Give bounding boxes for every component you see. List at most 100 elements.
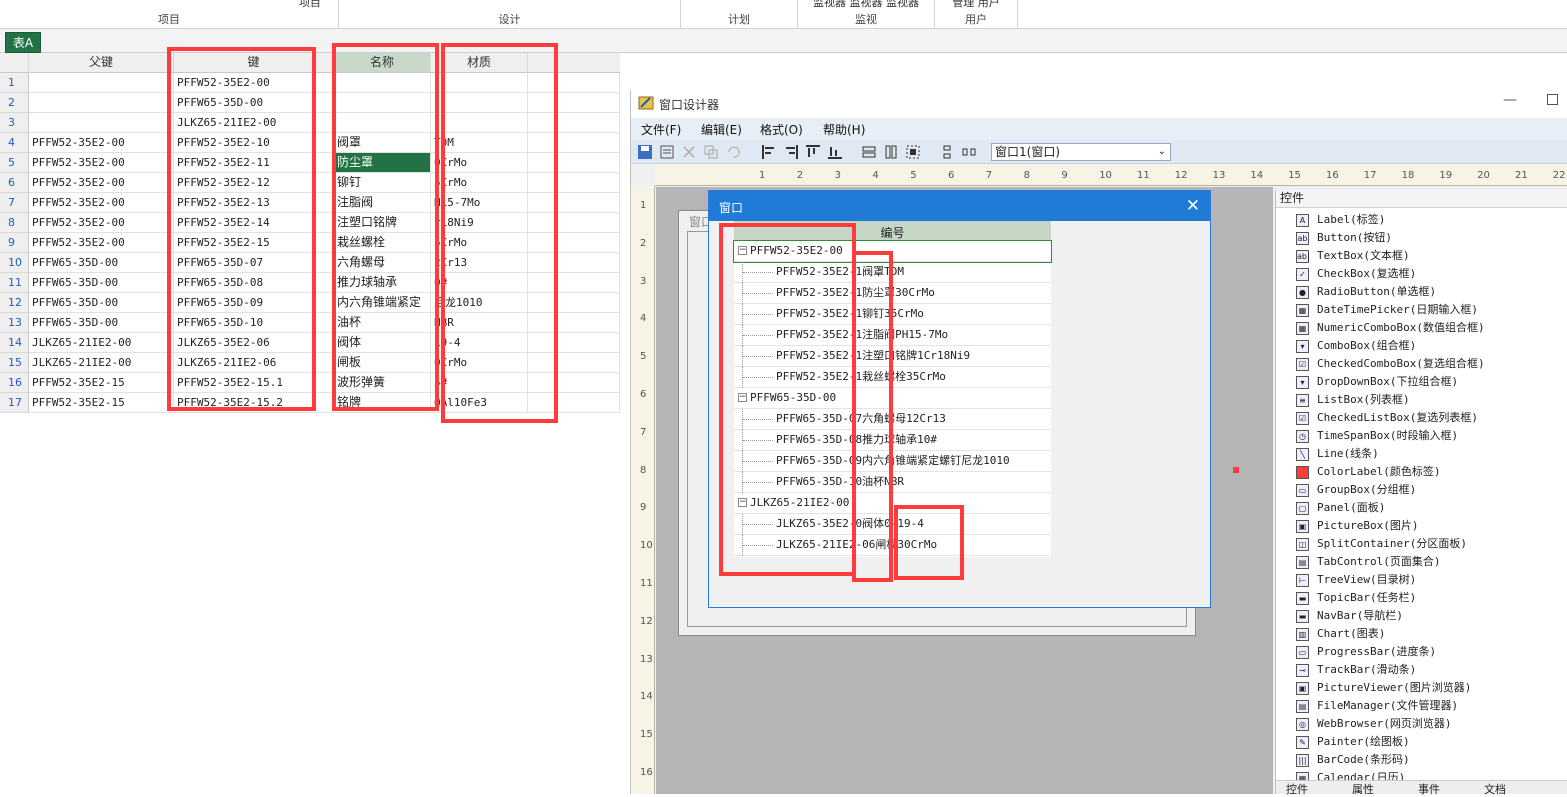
cell-parent-key[interactable]: PFFW52-35E2-00 [29,153,174,173]
cell-empty[interactable] [528,193,620,213]
minimize-icon[interactable]: — [1503,92,1517,108]
cell-empty[interactable] [528,173,620,193]
chevron-down-icon[interactable]: ⌄ [1158,144,1166,160]
row-index[interactable]: 9 [0,233,29,253]
cell-empty[interactable] [528,93,620,113]
row-index[interactable]: 2 [0,93,29,113]
toolbox-tab[interactable]: 控件 [1286,781,1308,797]
cell-key[interactable]: PFFW65-35D-10 [174,313,334,333]
save-icon[interactable] [637,144,653,160]
cell-key[interactable]: PFFW65-35D-09 [174,293,334,313]
tree-node-child[interactable]: PFFW65-35D-10油杯NBR [734,472,1051,493]
cell-empty[interactable] [528,333,620,353]
cell-key[interactable]: JLKZ65-35E2-06 [174,333,334,353]
cell-name[interactable]: 防尘罩 [334,153,431,173]
cell-empty[interactable] [528,353,620,373]
cell-name[interactable]: 闸板 [334,353,431,373]
menu-help[interactable]: 帮助(H) [823,121,865,138]
cell-empty[interactable] [528,293,620,313]
undo-icon[interactable] [725,144,741,160]
collapse-icon[interactable]: − [738,246,747,255]
cell-parent-key[interactable]: PFFW65-35D-00 [29,253,174,273]
cell-empty[interactable] [528,73,620,93]
tree-node-parent[interactable]: − JLKZ65-21IE2-00 [734,493,1051,514]
cell-key[interactable]: JLKZ65-21IE2-00 [174,113,334,133]
cell-material[interactable]: 5# [431,373,528,393]
cell-parent-key[interactable]: PFFW52-35E2-00 [29,233,174,253]
row-index[interactable]: 5 [0,153,29,173]
menu-edit[interactable]: 编辑(E) [701,121,742,138]
cell-key[interactable]: JLKZ65-21IE2-06 [174,353,334,373]
cell-name[interactable]: 波形弹簧 [334,373,431,393]
cell-key[interactable]: PFFW65-35D-00 [174,93,334,113]
cell-name[interactable]: 铆钉 [334,173,431,193]
cell-key[interactable]: PFFW52-35E2-15.2 [174,393,334,413]
menu-file[interactable]: 文件(F) [641,121,681,138]
cell-parent-key[interactable]: PFFW52-35E2-00 [29,193,174,213]
cell-name[interactable]: 阀体 [334,333,431,353]
row-index[interactable]: 1 [0,73,29,93]
align-left-icon[interactable] [761,144,777,160]
cell-material[interactable]: r18Ni9 [431,213,528,233]
cell-name[interactable] [334,93,431,113]
same-width-icon[interactable] [861,144,877,160]
tree-node-child[interactable]: PFFW52-35E2-1栽丝螺栓35CrMo [734,367,1051,388]
maximize-icon[interactable] [1547,94,1558,105]
toolbox-tab[interactable]: 文档 [1484,781,1506,797]
row-index[interactable]: 4 [0,133,29,153]
spreadsheet[interactable]: 父键 键 名称 材质 1 PFFW52-35E2-00 2 PFFW65-35D-00… [0,53,620,794]
tree-node-child[interactable]: PFFW52-35E2-1阀罩TDM [734,262,1051,283]
cell-empty[interactable] [528,273,620,293]
cell-key[interactable]: PFFW52-35E2-15 [174,233,334,253]
row-index[interactable]: 15 [0,353,29,373]
cell-name[interactable]: 注塑口铭牌 [334,213,431,233]
row-index[interactable]: 13 [0,313,29,333]
cell-name[interactable]: 栽丝螺栓 [334,233,431,253]
cell-parent-key[interactable]: PFFW65-35D-00 [29,313,174,333]
cell-name[interactable]: 油杯 [334,313,431,333]
cell-parent-key[interactable]: PFFW65-35D-00 [29,293,174,313]
cell-material[interactable] [431,93,528,113]
cell-material[interactable]: QAl10Fe3 [431,393,528,413]
cell-empty[interactable] [528,213,620,233]
cell-key[interactable]: PFFW65-35D-08 [174,273,334,293]
corner-header[interactable] [0,53,29,73]
cell-parent-key[interactable]: PFFW65-35D-00 [29,273,174,293]
ribbon-truncated-label[interactable]: 管理 用户 [935,0,1017,10]
cell-name[interactable]: 六角螺母 [334,253,431,273]
collapse-icon[interactable]: − [738,393,747,402]
cell-name[interactable] [334,113,431,133]
cell-parent-key[interactable]: JLKZ65-21IE2-00 [29,333,174,353]
tree-node-child[interactable]: JLKZ65-35E2-0阀体0-19-4 [734,514,1051,535]
cell-key[interactable]: PFFW52-35E2-15.1 [174,373,334,393]
same-size-icon[interactable] [905,144,921,160]
cell-material[interactable]: TDM [431,133,528,153]
cell-material[interactable] [431,73,528,93]
toolbox-tab[interactable]: 事件 [1418,781,1440,797]
tree-grid[interactable]: 编号 − PFFW52-35E2-00 PFFW52-35E2-1阀罩TDM PFFW… [733,221,1052,557]
sheet-tab-a[interactable]: 表A [5,32,41,53]
tree-node-child[interactable]: PFFW52-35E2-1注脂阀PH15-7Mo [734,325,1051,346]
menu-format[interactable]: 格式(O) [760,121,803,138]
toolbox-tab[interactable]: 属性 [1352,781,1374,797]
h-spacing-icon[interactable] [961,144,977,160]
row-index[interactable]: 14 [0,333,29,353]
align-right-icon[interactable] [783,144,799,160]
cell-name[interactable]: 推力球轴承 [334,273,431,293]
cell-key[interactable]: PFFW52-35E2-12 [174,173,334,193]
cell-material[interactable]: 5CrMo [431,233,528,253]
column-header-material[interactable]: 材质 [431,53,528,73]
cell-material[interactable]: NBR [431,313,528,333]
cell-key[interactable]: PFFW52-35E2-10 [174,133,334,153]
tree-grid-header[interactable]: 编号 [734,221,1051,241]
cell-parent-key[interactable]: PFFW52-35E2-00 [29,133,174,153]
cell-empty[interactable] [528,253,620,273]
cell-name[interactable]: 内六角锥端紧定 [334,293,431,313]
preview-window[interactable]: 窗口 ✕ 编号 − PFFW52-35E2-00 PFFW52-35E2-1阀罩TD… [708,190,1211,608]
cell-material[interactable]: 尼龙1010 [431,293,528,313]
cell-parent-key[interactable]: PFFW52-35E2-15 [29,373,174,393]
row-index[interactable]: 11 [0,273,29,293]
column-header-name[interactable]: 名称 [334,53,431,73]
column-header-key[interactable]: 键 [174,53,334,73]
cell-empty[interactable] [528,313,620,333]
